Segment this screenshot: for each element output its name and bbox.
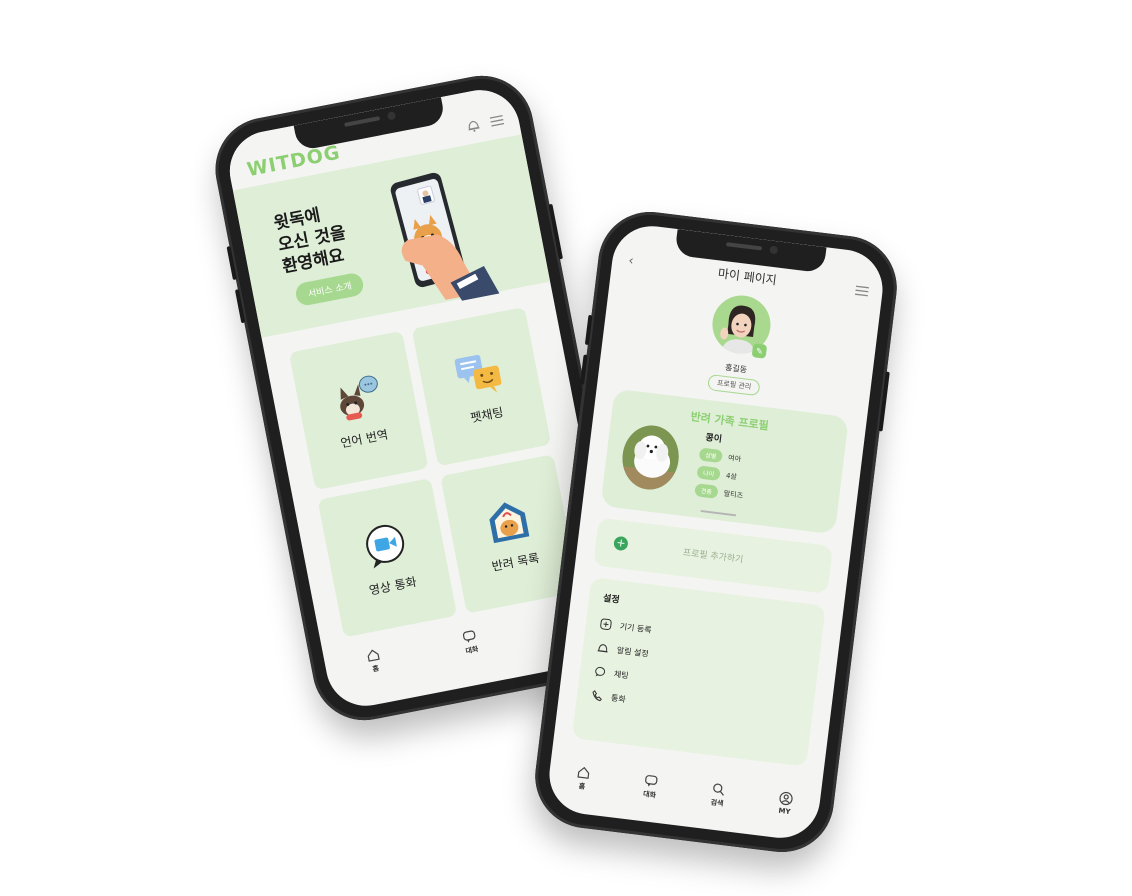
attr-value: 4살 xyxy=(725,471,738,481)
service-intro-button[interactable]: 서비스 소개 xyxy=(293,271,366,308)
pet-name: 콩이 xyxy=(704,433,723,445)
nav-home[interactable]: 홈 xyxy=(365,647,384,675)
search-icon xyxy=(713,783,724,796)
pet-profile-card[interactable]: 반려 가족 프로필 콩이 성별 여아 나이 4살 견종 말티즈 xyxy=(600,388,849,535)
power-button xyxy=(878,371,890,432)
nav-label: 홈 xyxy=(371,664,380,674)
plus-square-icon xyxy=(600,618,612,631)
chat-bubbles-icon xyxy=(454,354,501,393)
nav-my[interactable]: MY xyxy=(777,791,794,817)
bell-icon xyxy=(597,644,608,653)
settings-card: 설정 기기 등록 알림 설정 채팅 통화 xyxy=(571,577,826,767)
carousel-indicator xyxy=(700,509,737,517)
nav-search[interactable]: 검색 xyxy=(709,781,726,809)
volume-button xyxy=(226,245,237,281)
volume-button xyxy=(579,354,588,385)
nav-chat[interactable]: 대화 xyxy=(642,773,659,801)
attr-key: 견종 xyxy=(694,483,719,499)
settings-item-label: 알림 설정 xyxy=(616,645,650,659)
card-video-call[interactable]: 영상 통화 xyxy=(317,478,458,638)
attr-key: 성별 xyxy=(698,447,724,464)
pet-attr-row: 성별 여아 xyxy=(698,447,742,465)
profile-manage-button[interactable]: 프로필 관리 xyxy=(707,373,762,397)
pet-attr-row: 견종 말티즈 xyxy=(694,483,744,502)
nav-label: 대화 xyxy=(642,790,657,800)
phone-icon xyxy=(592,690,602,702)
feature-grid: 언어 번역 펫채팅 영상 통화 반려 목록 xyxy=(288,306,580,638)
card-label: 영상 통화 xyxy=(367,574,418,598)
edit-avatar-icon[interactable]: ✎ xyxy=(751,343,768,359)
dog-translate-icon xyxy=(339,375,378,421)
card-label: 반려 목록 xyxy=(490,550,541,574)
home-icon xyxy=(367,649,380,662)
card-pet-chat[interactable]: 펫채팅 xyxy=(411,306,552,467)
menu-icon[interactable] xyxy=(854,281,869,301)
bell-icon[interactable] xyxy=(464,116,483,135)
attr-key: 나이 xyxy=(696,465,721,482)
menu-icon[interactable] xyxy=(487,112,506,131)
nav-home[interactable]: 홈 xyxy=(574,765,591,793)
profile-icon xyxy=(779,791,793,806)
nav-label: MY xyxy=(777,806,791,817)
nav-label: 대화 xyxy=(464,645,480,656)
nav-label: 홈 xyxy=(578,782,586,791)
mypage-phone: ‹ 마이 페이지 ✎ 홍길동 프로필 관리 반려 가족 프로필 콩이 성별 여아… xyxy=(529,206,903,858)
pet-house-icon xyxy=(488,501,529,543)
power-button xyxy=(548,203,563,260)
attr-value: 말티즈 xyxy=(723,489,744,500)
card-label: 언어 번역 xyxy=(339,427,390,450)
nav-chat[interactable]: 대화 xyxy=(461,628,480,656)
volume-button xyxy=(234,289,246,324)
add-profile-label: 프로필 추가하기 xyxy=(682,548,744,566)
mypage-screen: ‹ 마이 페이지 ✎ 홍길동 프로필 관리 반려 가족 프로필 콩이 성별 여아… xyxy=(544,221,888,843)
chat-icon xyxy=(645,775,658,787)
attr-value: 여아 xyxy=(727,453,742,463)
card-label: 펫채팅 xyxy=(469,404,505,425)
settings-item-label: 채팅 xyxy=(613,669,630,680)
home-icon xyxy=(577,766,590,779)
settings-item-label: 통화 xyxy=(610,692,627,704)
volume-button xyxy=(584,314,593,346)
chat-icon xyxy=(595,666,606,677)
nav-label: 검색 xyxy=(710,798,724,808)
pet-photo xyxy=(618,422,683,493)
card-translation[interactable]: 언어 번역 xyxy=(288,330,429,491)
settings-item-label: 기기 등록 xyxy=(619,621,653,635)
pet-attr-row: 나이 4살 xyxy=(696,465,737,483)
hand-illustration xyxy=(401,234,500,301)
chat-icon xyxy=(462,630,476,643)
video-call-icon xyxy=(365,524,404,569)
